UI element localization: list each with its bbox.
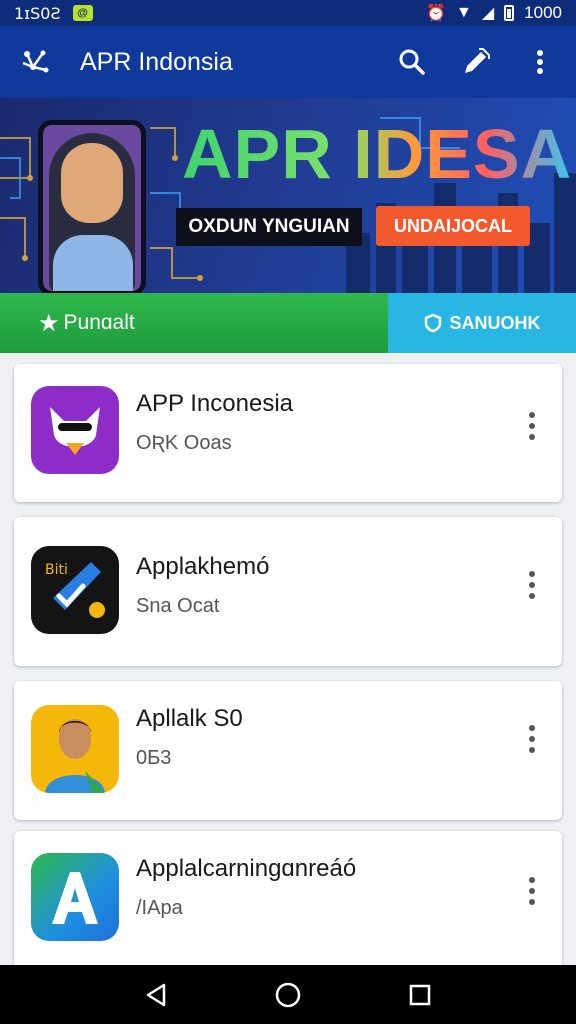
phone-image <box>38 120 146 293</box>
more-options-icon[interactable] <box>520 871 544 911</box>
app-bar-actions <box>394 44 558 80</box>
app-subtitle: Sna Ocat <box>136 595 220 617</box>
banner-tag-left: OXDUN YNGUIAN <box>176 208 362 246</box>
checkmark-guitar-icon: Biti <box>31 546 119 634</box>
app-name: APP Inconesia <box>136 390 293 417</box>
alarm-icon: ⏰ <box>426 5 447 22</box>
banner-tag-right[interactable]: UNDAIJOCAL <box>376 206 530 246</box>
tab-bar: ★ Punɑalt SANUOHK <box>0 293 576 355</box>
tab-featured[interactable]: ★ Punɑalt <box>0 293 388 353</box>
app-subtitle: 0Ƃ3 <box>136 747 172 769</box>
list-item[interactable]: APP Inconesia OƦK Ooas <box>14 364 562 502</box>
home-icon[interactable] <box>266 973 310 1017</box>
more-options-icon[interactable] <box>520 719 544 759</box>
promo-banner[interactable]: APR IDESA OXDUN YNGUIAN UNDAIJOCAL <box>0 98 576 293</box>
status-right: ⏰ ▼ ◢ 1000 <box>426 3 562 23</box>
overflow-menu-icon[interactable] <box>522 44 558 80</box>
app-name: Applalcarningɑnreáó <box>136 855 357 882</box>
app-name: Apllalk S0 <box>136 705 243 732</box>
system-nav-bar <box>0 965 576 1024</box>
tab-search-label: SANUOHK <box>449 312 541 333</box>
tab-search[interactable]: SANUOHK <box>388 293 576 353</box>
back-icon[interactable] <box>134 973 178 1017</box>
battery-icon <box>504 5 515 21</box>
edit-icon[interactable] <box>458 44 494 80</box>
scarf-shape <box>53 235 133 291</box>
app-subtitle: OƦK Ooas <box>136 432 232 454</box>
masked-cat-icon <box>31 386 119 474</box>
list-item[interactable]: Apllalk S0 0Ƃ3 <box>14 681 562 820</box>
status-bar: 1ɪS0Ƨ @ ⏰ ▼ ◢ 1000 <box>0 0 576 26</box>
more-options-icon[interactable] <box>520 406 544 446</box>
app-logo-icon[interactable] <box>18 44 54 80</box>
signal-icon: ◢ <box>481 5 495 22</box>
battery-text: 1000 <box>524 3 562 22</box>
app-subtitle: /IApa <box>136 897 183 919</box>
app-bar: APR Indonsia <box>0 26 576 98</box>
notification-icon: @ <box>72 5 93 21</box>
banner-headline: APR IDESA <box>182 115 573 193</box>
letter-a-icon <box>31 853 119 941</box>
tab-featured-label: Punɑalt <box>63 311 135 334</box>
list-item[interactable]: Biti Applakhemó Sna Ocat <box>14 517 562 666</box>
person-portrait-icon <box>31 705 119 793</box>
more-options-icon[interactable] <box>520 565 544 605</box>
status-time: 1ɪS0Ƨ <box>14 3 61 23</box>
app-title: APR Indonsia <box>80 47 233 76</box>
search-icon[interactable] <box>394 44 430 80</box>
app-name: Applakhemó <box>136 553 270 580</box>
svg-text:Biti: Biti <box>45 562 68 578</box>
wifi-icon: ▼ <box>456 4 472 21</box>
recents-icon[interactable] <box>398 973 442 1017</box>
shield-icon <box>425 313 442 333</box>
star-icon: ★ <box>38 309 60 337</box>
face-shape <box>61 143 123 223</box>
list-item[interactable]: Applalcarningɑnreáó /IApa <box>14 831 562 971</box>
